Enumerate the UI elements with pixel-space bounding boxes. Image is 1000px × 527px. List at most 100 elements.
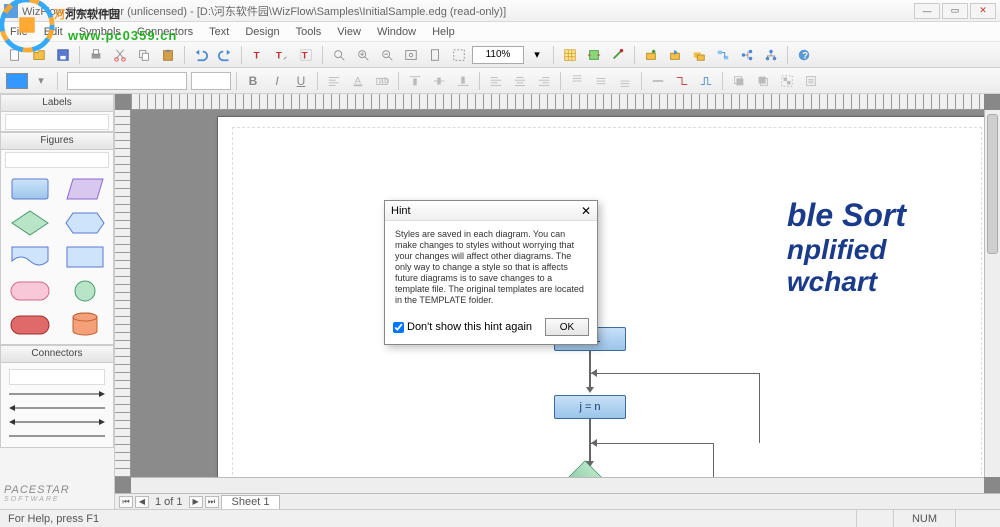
dialog-close-icon[interactable]: ✕ (581, 204, 591, 218)
zoom-page-button[interactable] (424, 45, 446, 65)
menu-view[interactable]: View (329, 26, 369, 38)
nav-prev-icon[interactable]: ◀ (135, 496, 149, 508)
align-bot-icon[interactable] (452, 71, 474, 91)
ruler-horizontal[interactable] (131, 94, 984, 110)
connector-arrow-right[interactable] (5, 387, 109, 401)
fill-color-swatch[interactable] (6, 73, 28, 89)
menu-design[interactable]: Design (237, 26, 287, 38)
shape-cylinder[interactable] (61, 310, 109, 340)
layer-new-button[interactable] (640, 45, 662, 65)
node-j[interactable]: j = n (554, 395, 626, 419)
redo-button[interactable] (214, 45, 236, 65)
shape-terminator[interactable] (6, 276, 54, 306)
valign-top-icon[interactable] (566, 71, 588, 91)
tree-v-button[interactable] (760, 45, 782, 65)
shape-hex[interactable] (61, 208, 109, 238)
shape-doc[interactable] (6, 242, 54, 272)
scrollbar-vertical[interactable] (984, 110, 1000, 477)
zoom-combo[interactable]: 110% (472, 46, 524, 64)
text-label-button[interactable]: T (295, 45, 317, 65)
zoom-fit-button[interactable] (400, 45, 422, 65)
nav-last-icon[interactable]: ⏭ (205, 496, 219, 508)
fill-dropdown-icon[interactable]: ▾ (30, 71, 52, 91)
line-style-icon[interactable] (647, 71, 669, 91)
text-left-icon[interactable] (323, 71, 345, 91)
shape-circle[interactable] (61, 276, 109, 306)
scroll-thumb[interactable] (987, 114, 998, 254)
underline-button[interactable]: U (290, 71, 312, 91)
tree-h-button[interactable] (736, 45, 758, 65)
valign-bot-icon[interactable] (614, 71, 636, 91)
italic-button[interactable]: I (266, 71, 288, 91)
font-combo[interactable] (67, 72, 187, 90)
menu-edit[interactable]: Edit (36, 26, 71, 38)
align-top-icon[interactable] (404, 71, 426, 91)
flow-button[interactable] (712, 45, 734, 65)
shape-pill[interactable] (6, 310, 54, 340)
connectors-header[interactable]: Connectors (0, 345, 114, 363)
page[interactable]: ble Sort nplified wchart i = 1 j = n (217, 116, 984, 477)
menu-symbols[interactable]: Symbols (71, 26, 129, 38)
layer-open-button[interactable] (664, 45, 686, 65)
text-color-icon[interactable]: A (347, 71, 369, 91)
shape-rect[interactable] (6, 174, 54, 204)
save-button[interactable] (52, 45, 74, 65)
props-button[interactable] (800, 71, 822, 91)
zoom-out-button[interactable] (376, 45, 398, 65)
close-button[interactable]: ✕ (970, 3, 996, 19)
halign-left-icon[interactable] (485, 71, 507, 91)
snap-node-button[interactable] (583, 45, 605, 65)
menu-connectors[interactable]: Connectors (129, 26, 201, 38)
menu-help[interactable]: Help (424, 26, 463, 38)
nav-first-icon[interactable]: ⏮ (119, 496, 133, 508)
halign-right-icon[interactable] (533, 71, 555, 91)
help-button[interactable]: ? (793, 45, 815, 65)
nav-next-icon[interactable]: ▶ (189, 496, 203, 508)
figure-slot[interactable] (5, 152, 109, 168)
shape-rect2[interactable] (61, 242, 109, 272)
node-decision[interactable]: item[j] (545, 465, 635, 477)
connector-line[interactable] (5, 429, 109, 443)
new-button[interactable] (4, 45, 26, 65)
text-tool-button[interactable]: T (247, 45, 269, 65)
shape-para[interactable] (61, 174, 109, 204)
connector-arrow-left[interactable] (5, 401, 109, 415)
back-button[interactable] (752, 71, 774, 91)
print-button[interactable] (85, 45, 107, 65)
dialog-titlebar[interactable]: Hint ✕ (385, 201, 597, 221)
menu-file[interactable]: File (2, 26, 36, 38)
grid-button[interactable] (559, 45, 581, 65)
sheet-tab-1[interactable]: Sheet 1 (221, 495, 281, 509)
front-button[interactable] (728, 71, 750, 91)
scrollbar-horizontal[interactable] (131, 477, 984, 493)
dont-show-checkbox[interactable]: Don't show this hint again (393, 321, 532, 333)
zoom-sel-button[interactable] (448, 45, 470, 65)
conn-smart-icon[interactable] (695, 71, 717, 91)
fontsize-combo[interactable] (191, 72, 231, 90)
group-button[interactable] (776, 71, 798, 91)
labels-header[interactable]: Labels (0, 94, 114, 112)
maximize-button[interactable]: ▭ (942, 3, 968, 19)
bold-button[interactable]: B (242, 71, 264, 91)
shape-diamond[interactable] (6, 208, 54, 238)
menu-text[interactable]: Text (201, 26, 237, 38)
menu-tools[interactable]: Tools (288, 26, 330, 38)
open-button[interactable] (28, 45, 50, 65)
zoom-tool-button[interactable] (328, 45, 350, 65)
figures-header[interactable]: Figures (0, 132, 114, 150)
connector-slot[interactable] (9, 369, 105, 385)
ruler-vertical[interactable] (115, 110, 131, 477)
zoom-in-button[interactable] (352, 45, 374, 65)
minimize-button[interactable]: — (914, 3, 940, 19)
align-mid-icon[interactable] (428, 71, 450, 91)
halign-center-icon[interactable] (509, 71, 531, 91)
paste-button[interactable] (157, 45, 179, 65)
menu-window[interactable]: Window (369, 26, 424, 38)
undo-button[interactable] (190, 45, 212, 65)
connector-arrow-both[interactable] (5, 415, 109, 429)
snap-line-button[interactable] (607, 45, 629, 65)
text-attach-button[interactable]: T (271, 45, 293, 65)
valign-mid-icon[interactable] (590, 71, 612, 91)
conn-step-icon[interactable] (671, 71, 693, 91)
text-label-icon[interactable]: abc (371, 71, 393, 91)
